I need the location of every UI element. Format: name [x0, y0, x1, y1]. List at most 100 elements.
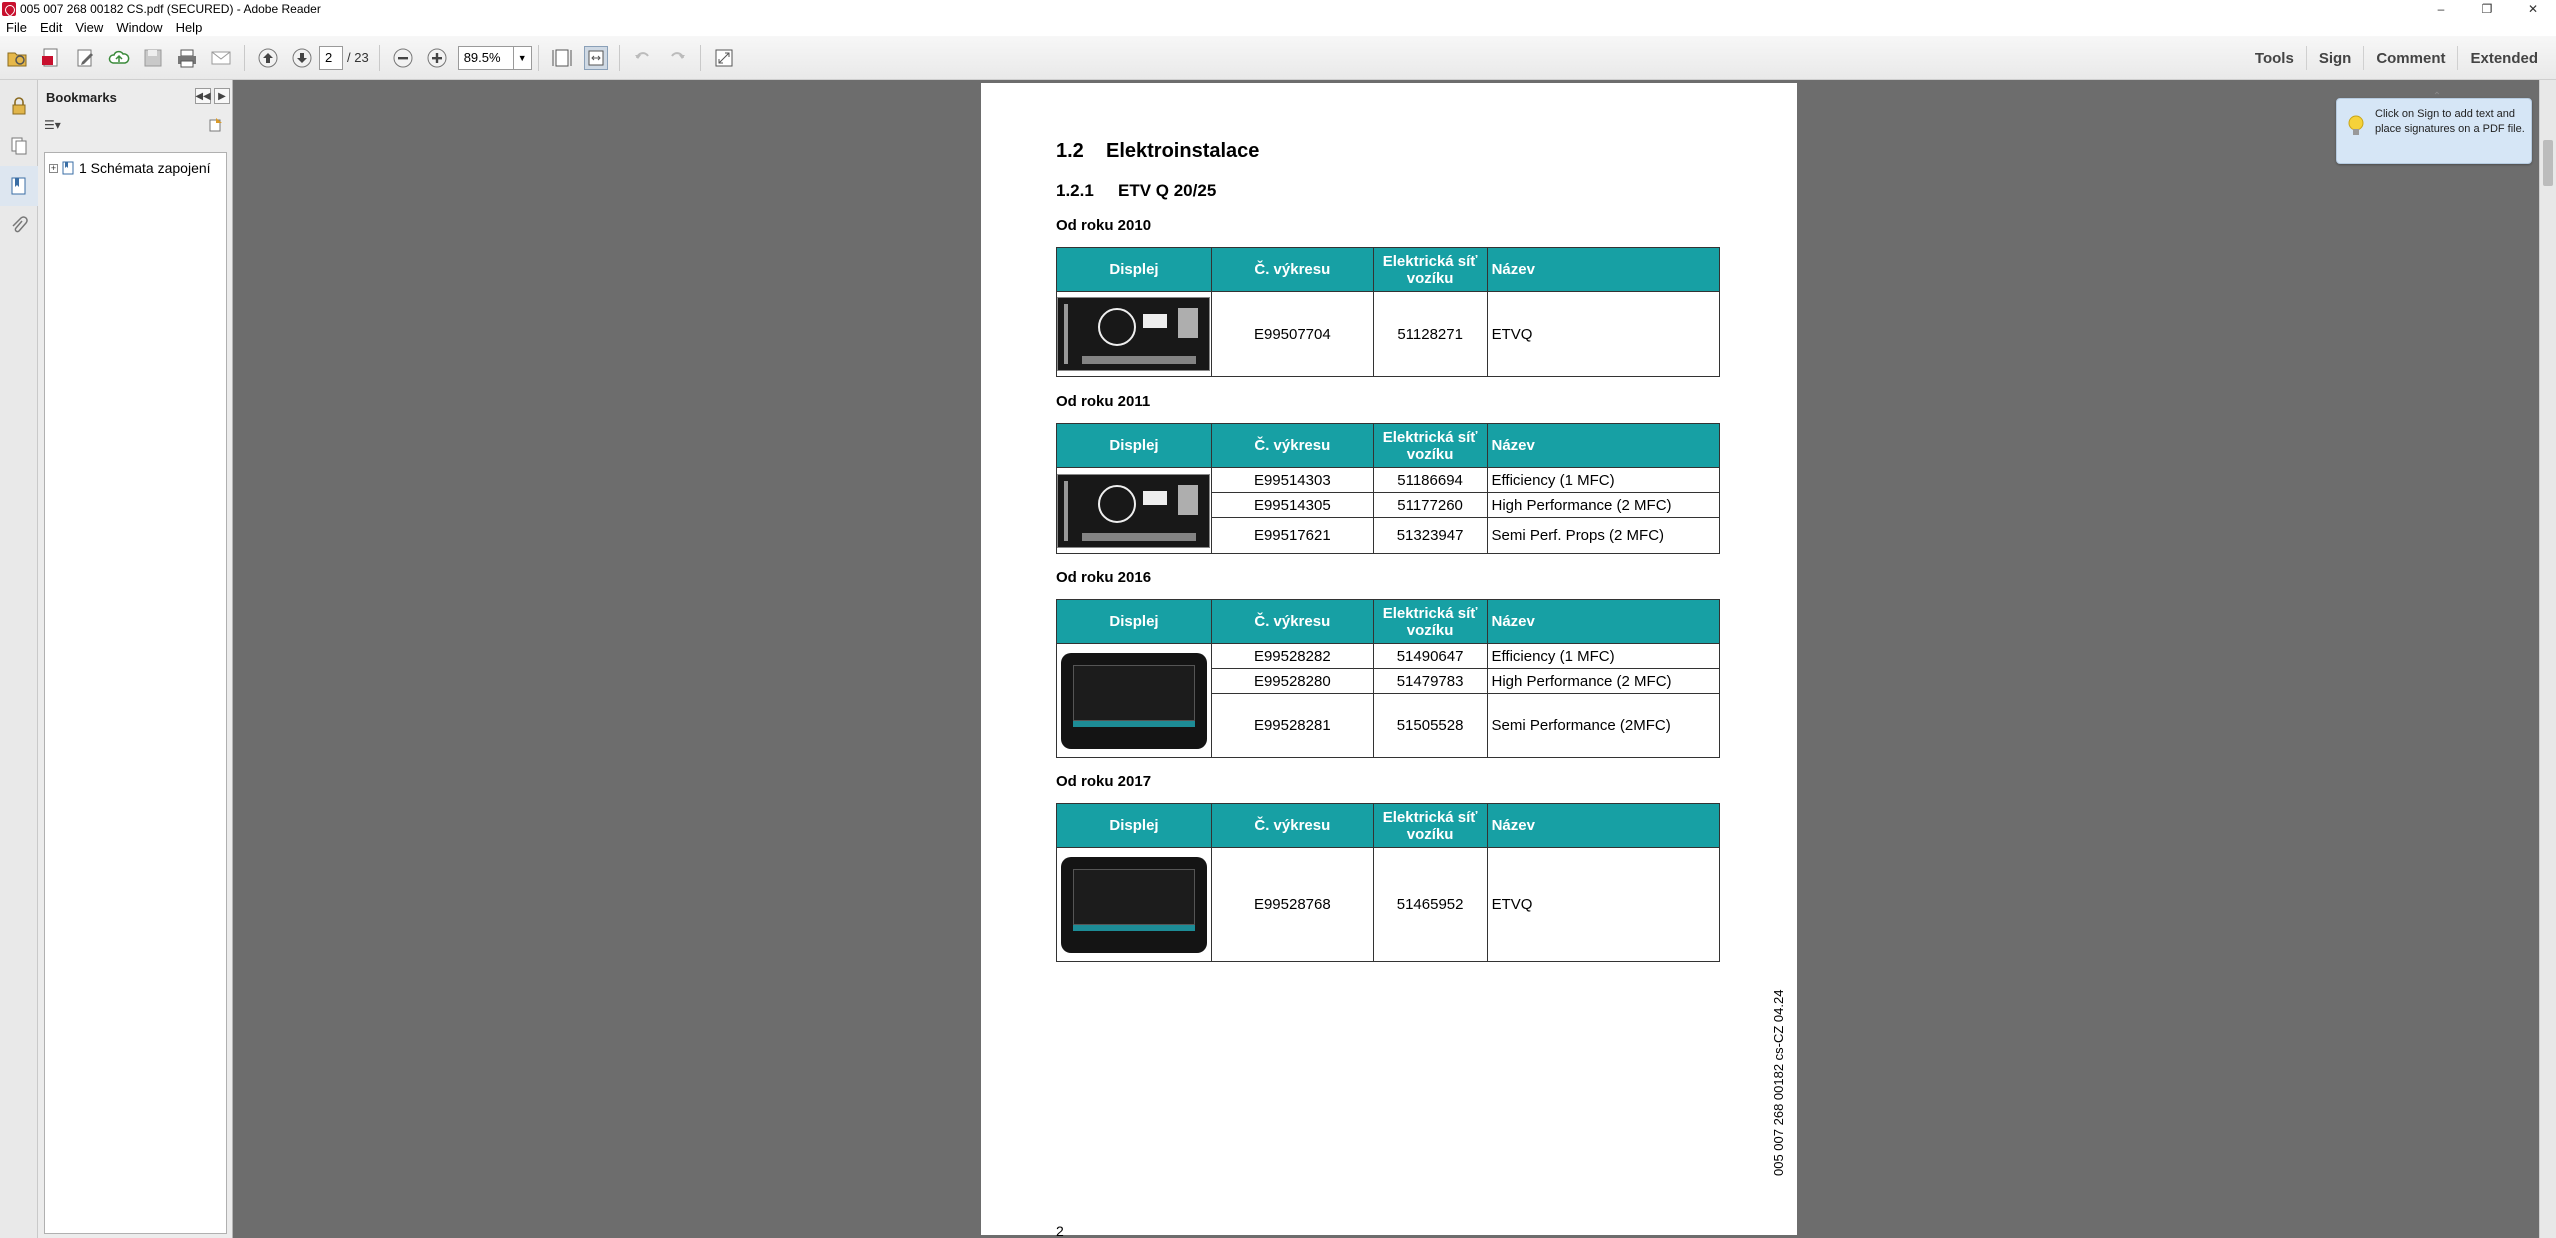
- read-mode-icon[interactable]: [712, 46, 736, 70]
- close-button[interactable]: ✕: [2510, 0, 2556, 18]
- collapse-panel-icon[interactable]: ◀◀: [195, 88, 211, 104]
- cloud-upload-icon[interactable]: [107, 46, 131, 70]
- section-title: Od roku 2011: [1056, 393, 1151, 410]
- title-bar: 005 007 268 00182 CS.pdf (SECURED) - Ado…: [0, 0, 2556, 18]
- vertical-scrollbar[interactable]: [2539, 80, 2556, 1238]
- network-number: 51479783: [1372, 668, 1488, 694]
- undo-icon[interactable]: [631, 46, 655, 70]
- model-name: Semi Perf. Props (2 MFC): [1486, 517, 1720, 554]
- model-name: ETVQ: [1486, 847, 1721, 962]
- page-number-input[interactable]: 2: [319, 45, 343, 70]
- toolbar-right-links: Tools Sign Comment Extended: [2243, 36, 2550, 80]
- expand-bookmark-icon[interactable]: [208, 117, 224, 138]
- header-network: Elektrická síť vozíku: [1372, 803, 1488, 848]
- page-thumbnails-icon[interactable]: [0, 126, 38, 166]
- network-number: 51490647: [1372, 643, 1488, 669]
- zoom-out-icon[interactable]: [391, 46, 415, 70]
- lcd-display-image: [1057, 297, 1211, 371]
- window-title: 005 007 268 00182 CS.pdf (SECURED) - Ado…: [20, 2, 321, 16]
- drawing-number: E99517621: [1210, 517, 1374, 554]
- header-display: Displej: [1056, 803, 1212, 848]
- tools-link[interactable]: Tools: [2243, 46, 2306, 70]
- model-name: Semi Performance (2MFC): [1486, 693, 1720, 758]
- extended-link[interactable]: Extended: [2457, 46, 2550, 70]
- header-name: Název: [1486, 423, 1720, 468]
- fit-page-icon[interactable]: [550, 46, 574, 70]
- open-icon[interactable]: [5, 46, 29, 70]
- print-icon[interactable]: [175, 46, 199, 70]
- page-total-label: / 23: [347, 50, 369, 65]
- table-row: E99514303 51186694 Efficiency (1 MFC): [1056, 467, 1720, 554]
- sign-link[interactable]: Sign: [2305, 46, 2364, 70]
- comment-link[interactable]: Comment: [2363, 46, 2457, 70]
- menu-window[interactable]: Window: [110, 20, 169, 35]
- edit-pdf-icon[interactable]: [73, 46, 97, 70]
- drawing-number: E99514305: [1210, 492, 1374, 518]
- panel-menu-icon[interactable]: ▶: [214, 88, 230, 104]
- expand-icon[interactable]: +: [49, 163, 58, 173]
- menu-help[interactable]: Help: [170, 20, 210, 35]
- heading-1: 1.2 Elektroinstalace: [1056, 140, 1260, 162]
- bookmarks-list: + 1 Schémata zapojení: [44, 152, 227, 1234]
- document-reference: 005 007 268 00182 cs-CZ 04.24: [1771, 989, 1786, 1176]
- header-display: Displej: [1056, 423, 1212, 468]
- header-drawing: Č. výkresu: [1210, 247, 1374, 292]
- menu-view[interactable]: View: [69, 20, 110, 35]
- bookmark-label: 1 Schémata zapojení: [79, 160, 211, 176]
- zoom-level-input[interactable]: 89.5%: [457, 45, 514, 70]
- lock-icon[interactable]: [0, 86, 38, 126]
- header-network: Elektrická síť vozíku: [1372, 247, 1488, 292]
- bookmarks-icon[interactable]: [0, 166, 38, 206]
- previous-page-icon[interactable]: [256, 46, 280, 70]
- fit-width-icon[interactable]: [583, 45, 608, 70]
- redo-icon[interactable]: [665, 46, 689, 70]
- lightbulb-icon: [2348, 115, 2364, 135]
- table-header-row: Displej Č. výkresu Elektrická síť vozíku…: [1056, 247, 1721, 292]
- header-drawing: Č. výkresu: [1210, 423, 1374, 468]
- menu-bar: File Edit View Window Help: [0, 18, 2556, 36]
- zoom-dropdown[interactable]: ▼: [513, 45, 532, 70]
- drawing-number: E99528281: [1210, 693, 1374, 758]
- model-name: Efficiency (1 MFC): [1486, 467, 1720, 493]
- model-name: Efficiency (1 MFC): [1486, 643, 1720, 669]
- network-number: 51128271: [1372, 291, 1488, 377]
- bookmarks-title: Bookmarks: [46, 89, 117, 105]
- save-icon[interactable]: [141, 46, 165, 70]
- next-page-icon[interactable]: [290, 46, 314, 70]
- menu-file[interactable]: File: [0, 20, 34, 35]
- drawing-number: E99507704: [1210, 291, 1374, 377]
- table-header-row: Displej Č. výkresu Elektrická síť vozíku…: [1056, 423, 1720, 468]
- table-header-row: Displej Č. výkresu Elektrická síť vozíku…: [1056, 599, 1720, 644]
- tft-display-image: [1060, 652, 1207, 749]
- header-drawing: Č. výkresu: [1210, 803, 1374, 848]
- navigation-rail: [0, 80, 38, 1238]
- bookmark-item[interactable]: + 1 Schémata zapojení: [45, 158, 226, 178]
- bookmarks-toolbar: ☰▾: [38, 114, 232, 136]
- header-network: Elektrická síť vozíku: [1372, 599, 1488, 644]
- bookmark-options-icon[interactable]: ☰▾: [44, 118, 61, 132]
- display-cell: [1056, 643, 1212, 758]
- zoom-in-icon[interactable]: [425, 46, 449, 70]
- section-title: Od roku 2016: [1056, 569, 1152, 586]
- header-drawing: Č. výkresu: [1210, 599, 1374, 644]
- menu-edit[interactable]: Edit: [34, 20, 69, 35]
- toolbar: 2 / 23 89.5% ▼ Tools Sign Comment Extend…: [0, 36, 2556, 80]
- table-row: E99528282 51490647 Efficiency (1 MFC): [1056, 643, 1720, 758]
- document-viewport[interactable]: 1.2 Elektroinstalace 1.2.1 ETV Q 20/25 Od …: [233, 80, 2539, 1238]
- drawing-number: E99528282: [1210, 643, 1374, 669]
- email-icon[interactable]: [209, 46, 233, 70]
- toolbar-separator: [537, 44, 539, 71]
- attachments-icon[interactable]: [0, 206, 38, 246]
- pdf-page: 1.2 Elektroinstalace 1.2.1 ETV Q 20/25 Od …: [981, 83, 1797, 1238]
- drawing-number: E99528768: [1210, 847, 1374, 962]
- parts-table: Displej Č. výkresu Elektrická síť vozíku…: [1056, 803, 1721, 962]
- create-pdf-icon[interactable]: [39, 46, 63, 70]
- scrollbar-thumb[interactable]: [2543, 140, 2553, 186]
- restore-button[interactable]: ❐: [2464, 0, 2510, 18]
- header-name: Název: [1486, 247, 1721, 292]
- minimize-button[interactable]: –: [2418, 0, 2464, 18]
- lcd-display-image: [1057, 473, 1211, 548]
- tooltip-caret-icon[interactable]: ⌃: [2429, 89, 2445, 102]
- display-cell: [1056, 291, 1212, 377]
- network-number: 51465952: [1372, 847, 1488, 962]
